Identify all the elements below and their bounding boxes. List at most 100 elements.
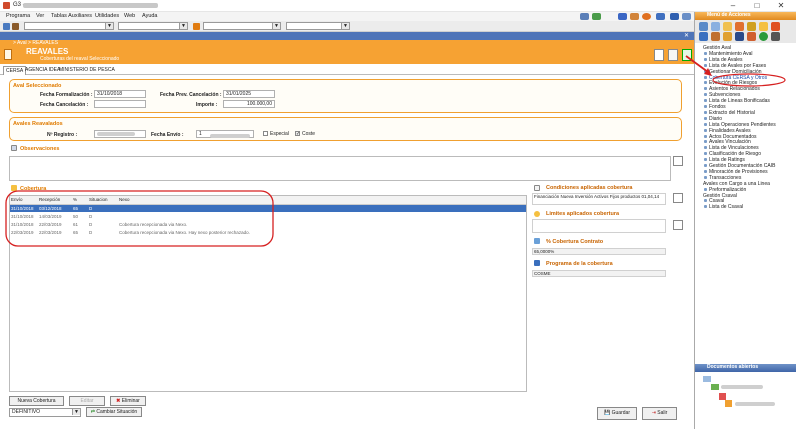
chevron-down-icon: ▼ [341, 23, 349, 29]
close-tab-icon[interactable]: ✕ [684, 32, 689, 39]
pen-icon[interactable] [711, 32, 720, 41]
maximize-button[interactable]: □ [748, 0, 766, 12]
wand-icon[interactable] [699, 32, 708, 41]
window-icon[interactable] [656, 13, 665, 20]
forward-icon[interactable] [711, 22, 720, 31]
condiciones-label: Condiciones aplicadas cobertura [546, 185, 633, 191]
chevron-down-icon: ▼ [179, 23, 187, 29]
nueva-cobertura-button[interactable]: Nueva Cobertura [9, 396, 64, 406]
fire-icon[interactable] [735, 22, 744, 31]
toolbar-combo-4[interactable]: ▼ [286, 22, 350, 30]
document-icon[interactable] [719, 393, 726, 400]
edit-observaciones-icon[interactable] [673, 156, 683, 166]
reavales-panel-title: Avales Reavalados [13, 121, 63, 127]
calendar-icon[interactable] [580, 13, 589, 20]
folder-icon[interactable] [12, 23, 19, 30]
limites-field[interactable] [532, 219, 666, 233]
menu-ver[interactable]: Ver [36, 13, 44, 19]
globe-icon[interactable] [759, 32, 768, 41]
programa-label: Programa de la cobertura [546, 261, 613, 267]
bold-icon[interactable] [735, 32, 744, 41]
menu-bar: Programa Ver Tablas Auxiliares Utilidade… [0, 12, 694, 21]
open-documents-header: Documentos abiertos [695, 364, 796, 372]
toolbar: ▼ ▼ ▼ ▼ [0, 21, 694, 32]
toolbar-combo-3[interactable]: ▼ [203, 22, 281, 30]
salir-label: Salir [657, 410, 668, 416]
chevron-down-icon[interactable] [771, 32, 780, 41]
menu-programa[interactable]: Programa [6, 13, 30, 19]
key-icon[interactable] [759, 22, 768, 31]
registro-redacted [97, 132, 135, 136]
box-icon[interactable] [747, 22, 756, 31]
fecha-prev-cancelacion-field[interactable]: 31/01/2025 [223, 90, 275, 98]
layout-icon[interactable] [682, 13, 691, 20]
menu-web[interactable]: Web [124, 13, 135, 19]
gear-icon[interactable] [723, 32, 732, 41]
star-icon[interactable] [723, 22, 732, 31]
fecha-envio-prefix: 1 [199, 131, 202, 137]
limits-icon [534, 211, 540, 217]
limites-label: Limites aplicados cobertura [546, 211, 620, 217]
document-icon[interactable] [725, 400, 732, 407]
situacion-select[interactable]: DEFINITIVO ▼ [9, 408, 81, 417]
especial-checkbox[interactable] [263, 131, 268, 136]
notes-icon [11, 145, 17, 151]
menu-tablas-auxiliares[interactable]: Tablas Auxiliares [51, 13, 92, 19]
edit-condiciones-icon[interactable] [673, 193, 683, 203]
back-icon[interactable] [699, 22, 708, 31]
menu-utilidades[interactable]: Utilidades [95, 13, 119, 19]
toolbar-combo-2[interactable]: ▼ [118, 22, 188, 30]
entity-tabs: CERSA AGENCIA IDEA MINISTERIO DE PESCA [0, 64, 694, 75]
fecha-formalizacion-field[interactable]: 31/10/2018 [94, 90, 146, 98]
contrato-label: % Cobertura Contrato [546, 239, 604, 245]
registro-field[interactable] [94, 130, 146, 138]
search-icon[interactable] [193, 23, 200, 30]
mail-icon[interactable] [618, 13, 627, 20]
menu-ayuda[interactable]: Ayuda [142, 13, 158, 19]
edit-limites-icon[interactable] [673, 220, 683, 230]
coste-checkbox[interactable]: ✓ [295, 131, 300, 137]
programa-field: COSME [532, 270, 666, 277]
annotation-arrow [685, 55, 786, 87]
folder-icon[interactable] [711, 384, 719, 390]
coste-label: Coste [302, 131, 316, 137]
cambiar-label: Cambiar Situación [96, 409, 138, 415]
alert-icon[interactable] [642, 13, 651, 20]
especial-label: Especial [270, 131, 289, 137]
page-title: REAVALES [26, 47, 69, 56]
cambiar-situacion-button[interactable]: ⇄ Cambiar Situación [86, 407, 142, 417]
aval-panel-title: Aval Seleccionado [13, 83, 62, 89]
editar-button[interactable]: Editar [69, 396, 105, 406]
action-lista-de-csaval[interactable]: Lista de Csaval [703, 204, 743, 210]
percent-icon [534, 238, 540, 244]
title-bar: G3 - – □ ✕ [0, 0, 796, 12]
situacion-value: DEFINITIVO [12, 409, 41, 415]
chevron-down-icon: ▼ [272, 23, 280, 29]
minimize-button[interactable]: – [724, 0, 742, 12]
fecha-cancelacion-field[interactable] [94, 100, 146, 108]
app-icon [3, 2, 10, 9]
calendar-icon[interactable] [747, 32, 756, 41]
importe-field[interactable]: 100.000,00 [223, 100, 275, 108]
guardar-button[interactable]: 💾 Guardar [597, 407, 637, 420]
registro-label: Nº Registro : [47, 132, 78, 138]
home-icon[interactable] [3, 23, 10, 30]
guardar-label: Guardar [611, 410, 630, 416]
toolbar-combo-1[interactable]: ▼ [24, 22, 114, 30]
tag-icon[interactable] [771, 22, 780, 31]
close-button[interactable]: ✕ [772, 0, 790, 12]
document-icon [4, 49, 12, 60]
salir-button[interactable]: ⇥ Salir [642, 407, 677, 420]
reavales-panel: Avales Reavalados Nº Registro : Fecha En… [9, 117, 682, 141]
observaciones-textarea[interactable] [9, 156, 671, 181]
eliminar-button[interactable]: ✖ Eliminar [110, 396, 146, 406]
conditions-icon [534, 185, 540, 191]
document-name-redacted [735, 402, 775, 406]
actions-pane-header: Menú de Acciones [695, 12, 796, 20]
tree-node-icon[interactable] [703, 376, 711, 382]
condiciones-field[interactable]: Financiación Nueva Inversión Activos Fij… [532, 193, 666, 205]
people-icon[interactable] [630, 13, 639, 20]
screen-icon[interactable] [670, 13, 679, 20]
tab-ministerio-pesca[interactable]: MINISTERIO DE PESCA [57, 66, 117, 75]
user-icon[interactable] [592, 13, 601, 20]
